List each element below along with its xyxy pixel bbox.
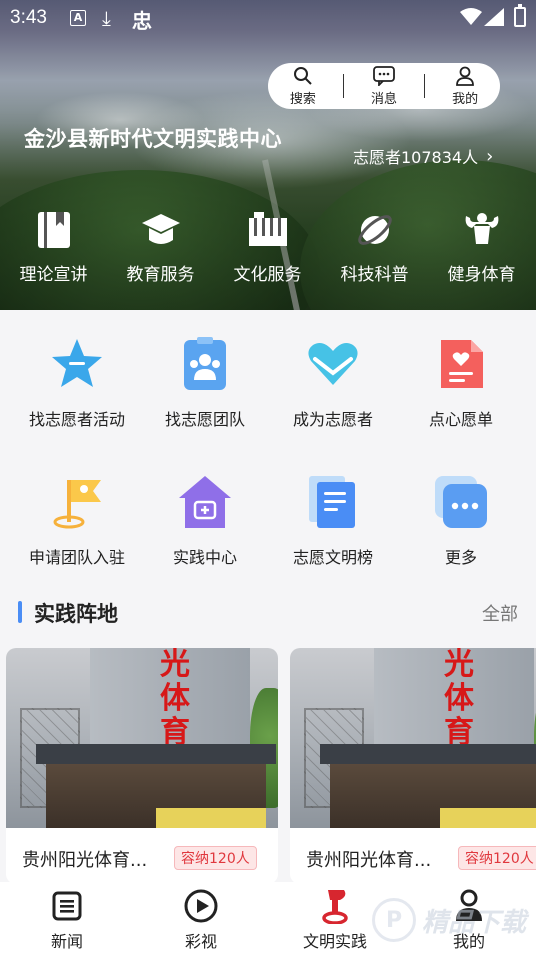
venue-sign: 光体育 bbox=[444, 648, 474, 750]
category-theory[interactable]: 理论宣讲 bbox=[0, 208, 107, 285]
category-label: 理论宣讲 bbox=[19, 265, 88, 285]
service-label: 志愿文明榜 bbox=[292, 548, 373, 567]
bottom-tab-bar: 新闻 彩视 文明实践 我的 bbox=[0, 882, 536, 954]
message-button[interactable]: 消息 bbox=[354, 65, 414, 107]
graduation-cap-icon bbox=[141, 208, 181, 252]
category-label: 科技科普 bbox=[340, 265, 409, 285]
battery-icon bbox=[514, 4, 526, 27]
venue-sign: 光体育 bbox=[160, 648, 190, 750]
service-apply-team[interactable]: 申请团队入驻 bbox=[10, 472, 144, 568]
signal-icon bbox=[484, 8, 504, 26]
category-label: 教育服务 bbox=[126, 265, 195, 285]
status-bar: 3:43 A ⤓ 忠 bbox=[0, 0, 536, 36]
planet-icon bbox=[355, 208, 395, 252]
tab-label: 彩视 bbox=[184, 932, 217, 951]
category-fitness[interactable]: 健身体育 bbox=[428, 208, 535, 285]
service-volunteer-ranking[interactable]: 志愿文明榜 bbox=[266, 472, 400, 568]
section-title: 实践阵地 bbox=[34, 602, 118, 626]
capacity-badge: 容纳120人 bbox=[458, 846, 536, 870]
capacity-badge: 容纳120人 bbox=[174, 846, 257, 870]
muscle-icon bbox=[462, 208, 502, 252]
service-label: 更多 bbox=[444, 548, 477, 567]
service-practice-center[interactable]: 实践中心 bbox=[138, 472, 272, 568]
search-label: 搜索 bbox=[289, 91, 316, 107]
news-icon bbox=[49, 888, 85, 924]
category-label: 健身体育 bbox=[447, 265, 516, 285]
piano-icon bbox=[248, 208, 288, 252]
book-icon bbox=[34, 208, 74, 252]
more-icon bbox=[431, 472, 491, 532]
service-become-volunteer[interactable]: 成为志愿者 bbox=[266, 334, 400, 430]
section-header: 实践阵地 全部 bbox=[0, 596, 536, 632]
venue-card[interactable]: 光体育 贵州阳光体育... 容纳120人 bbox=[6, 648, 278, 884]
play-icon bbox=[183, 888, 219, 924]
venue-title: 贵州阳光体育... bbox=[306, 850, 432, 871]
view-all-link[interactable]: 全部 bbox=[482, 600, 518, 626]
message-label: 消息 bbox=[370, 91, 397, 107]
center-title: 金沙县新时代文明实践中心 bbox=[24, 127, 282, 151]
search-button[interactable]: 搜索 bbox=[273, 66, 333, 107]
tab-news[interactable]: 新闻 bbox=[0, 882, 134, 954]
top-menu: 搜索 消息 我的 bbox=[268, 63, 500, 109]
search-icon bbox=[293, 66, 312, 85]
keyboard-a-icon: A bbox=[70, 10, 86, 26]
venue-photo: 光体育 bbox=[290, 648, 536, 828]
star-icon bbox=[47, 334, 107, 394]
tab-label: 新闻 bbox=[50, 932, 83, 951]
category-culture[interactable]: 文化服务 bbox=[214, 208, 321, 285]
flag-icon bbox=[47, 472, 107, 532]
service-label: 成为志愿者 bbox=[292, 410, 373, 429]
document-icon bbox=[303, 472, 363, 532]
heart-hands-icon bbox=[303, 334, 363, 394]
service-find-team[interactable]: 找志愿团队 bbox=[138, 334, 272, 430]
venue-photo: 光体育 bbox=[6, 648, 278, 828]
volunteer-count-link[interactable]: 志愿者107834人 › bbox=[353, 144, 493, 168]
venue-title: 贵州阳光体育... bbox=[22, 850, 148, 871]
category-science[interactable]: 科技科普 bbox=[321, 208, 428, 285]
service-label: 找志愿者活动 bbox=[28, 410, 125, 429]
tab-civilization[interactable]: 文明实践 bbox=[268, 882, 402, 954]
wish-list-icon bbox=[431, 334, 491, 394]
service-label: 找志愿团队 bbox=[164, 410, 245, 429]
service-more[interactable]: 更多 bbox=[394, 472, 528, 568]
services-grid: 找志愿者活动 找志愿团队 成为志愿者 点心愿单 申请团队入驻 实践中心 志愿文明… bbox=[0, 310, 536, 578]
status-time: 3:43 bbox=[10, 7, 47, 28]
hero-category-nav: 理论宣讲 教育服务 文化服务 科技科普 健身体育 bbox=[0, 208, 536, 285]
service-find-activity[interactable]: 找志愿者活动 bbox=[10, 334, 144, 430]
message-icon bbox=[373, 65, 395, 86]
venue-card[interactable]: 光体育 贵州阳光体育... 容纳120人 bbox=[290, 648, 536, 884]
house-icon bbox=[175, 472, 235, 532]
civilization-icon bbox=[317, 888, 353, 924]
tab-mine[interactable]: 我的 bbox=[402, 882, 536, 954]
wifi-icon bbox=[460, 8, 482, 25]
user-icon bbox=[451, 888, 487, 924]
service-label: 实践中心 bbox=[172, 548, 237, 567]
download-icon: ⤓ bbox=[102, 6, 111, 30]
tab-label: 我的 bbox=[452, 932, 485, 951]
service-label: 申请团队入驻 bbox=[28, 548, 125, 567]
tab-video[interactable]: 彩视 bbox=[134, 882, 268, 954]
mine-label: 我的 bbox=[452, 91, 479, 107]
zhong-glyph-icon: 忠 bbox=[132, 9, 152, 33]
user-icon bbox=[456, 66, 474, 86]
service-label: 点心愿单 bbox=[428, 410, 493, 429]
category-label: 文化服务 bbox=[233, 265, 302, 285]
service-wish-list[interactable]: 点心愿单 bbox=[394, 334, 528, 430]
team-icon bbox=[175, 334, 235, 394]
tab-label: 文明实践 bbox=[302, 932, 367, 951]
category-education[interactable]: 教育服务 bbox=[107, 208, 214, 285]
mine-button[interactable]: 我的 bbox=[435, 66, 495, 107]
volunteer-count-text: 志愿者107834人 bbox=[353, 148, 479, 167]
chevron-right-icon: › bbox=[486, 145, 494, 167]
section-accent-bar bbox=[18, 601, 22, 623]
